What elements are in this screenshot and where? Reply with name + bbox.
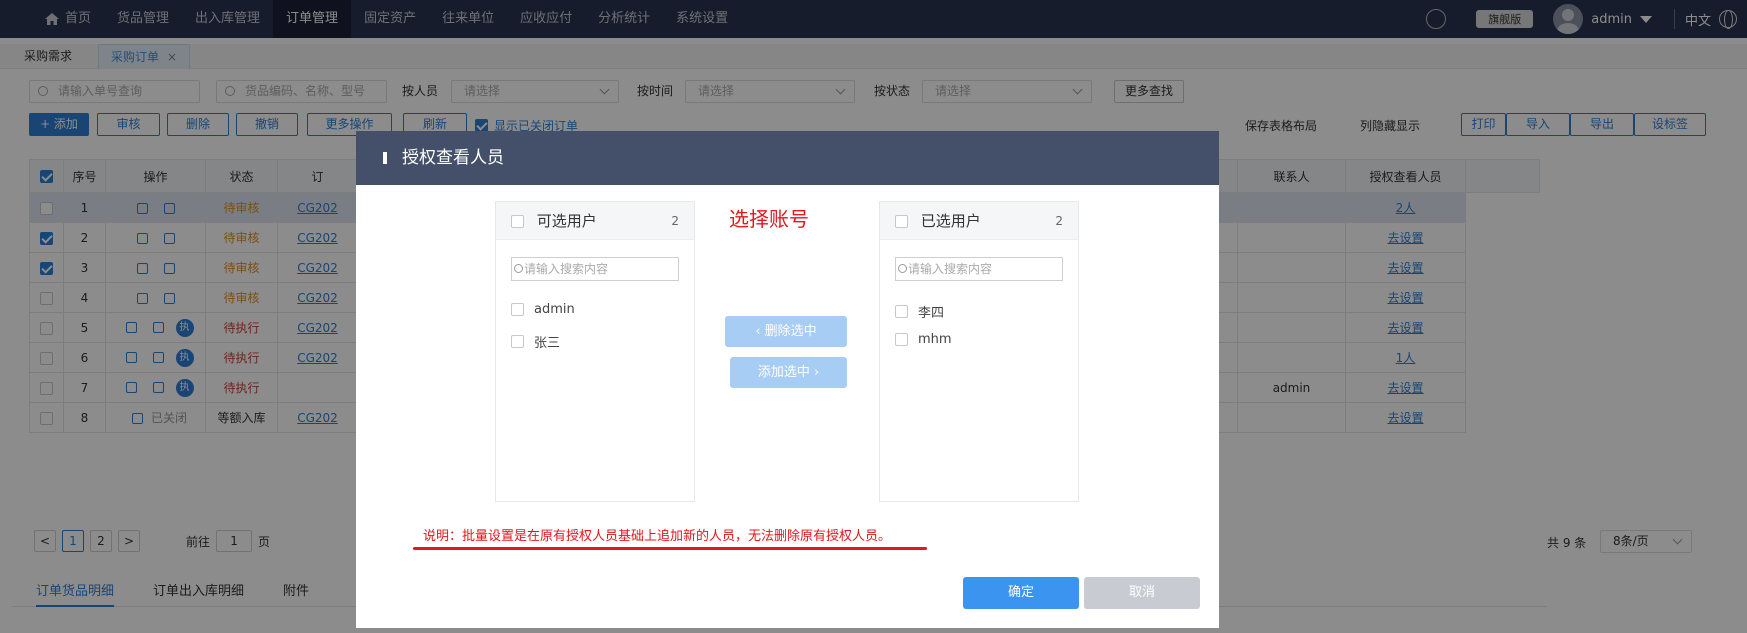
- available-search-input[interactable]: 请输入搜索内容: [511, 257, 679, 281]
- list-item[interactable]: mhm: [895, 332, 952, 347]
- cancel-button[interactable]: 取消: [1084, 577, 1200, 609]
- item-checkbox[interactable]: [511, 335, 524, 348]
- search-icon: [898, 264, 907, 273]
- remove-selected-button[interactable]: ‹ 删除选中: [725, 316, 847, 347]
- available-users-panel: 可选用户 2 请输入搜索内容 admin 张三: [495, 201, 695, 502]
- dialog-title: 授权查看人员: [356, 131, 1219, 185]
- item-checkbox[interactable]: [895, 333, 908, 346]
- list-item[interactable]: admin: [511, 302, 575, 317]
- available-count: 2: [671, 214, 679, 228]
- selected-users-title: 已选用户: [920, 212, 981, 230]
- dialog-note: 说明：批量设置是在原有授权人员基础上追加新的人员，无法删除原有授权人员。: [423, 529, 892, 544]
- select-all-selected-checkbox[interactable]: [895, 215, 908, 228]
- placeholder: 请输入搜索内容: [524, 262, 609, 276]
- available-users-title: 可选用户: [536, 212, 597, 230]
- confirm-button[interactable]: 确定: [963, 577, 1079, 609]
- select-all-available-checkbox[interactable]: [511, 215, 524, 228]
- add-selected-button[interactable]: 添加选中 ›: [730, 357, 847, 388]
- item-label: admin: [534, 302, 575, 317]
- select-account-annotation: 选择账号: [729, 207, 809, 231]
- button-label: 添加选中: [757, 365, 810, 380]
- item-checkbox[interactable]: [511, 303, 524, 316]
- selected-count: 2: [1055, 214, 1063, 228]
- selected-search-input[interactable]: 请输入搜索内容: [895, 257, 1063, 281]
- selected-users-panel: 已选用户 2 请输入搜索内容 李四 mhm: [879, 201, 1079, 502]
- item-label: 李四: [918, 306, 945, 321]
- list-item[interactable]: 张三: [511, 332, 560, 351]
- item-label: 张三: [534, 336, 561, 351]
- selected-users-header: 已选用户 2: [880, 202, 1078, 240]
- search-icon: [514, 264, 523, 273]
- authorize-viewers-dialog: 授权查看人员 可选用户 2 请输入搜索内容 admin 张三 选择账号 ‹ 删除…: [356, 131, 1219, 628]
- available-users-header: 可选用户 2: [496, 202, 694, 240]
- list-item[interactable]: 李四: [895, 302, 944, 321]
- annotation-underline: [413, 547, 927, 550]
- item-label: mhm: [918, 332, 952, 347]
- placeholder: 请输入搜索内容: [908, 262, 993, 276]
- item-checkbox[interactable]: [895, 305, 908, 318]
- button-label: 删除选中: [764, 324, 817, 339]
